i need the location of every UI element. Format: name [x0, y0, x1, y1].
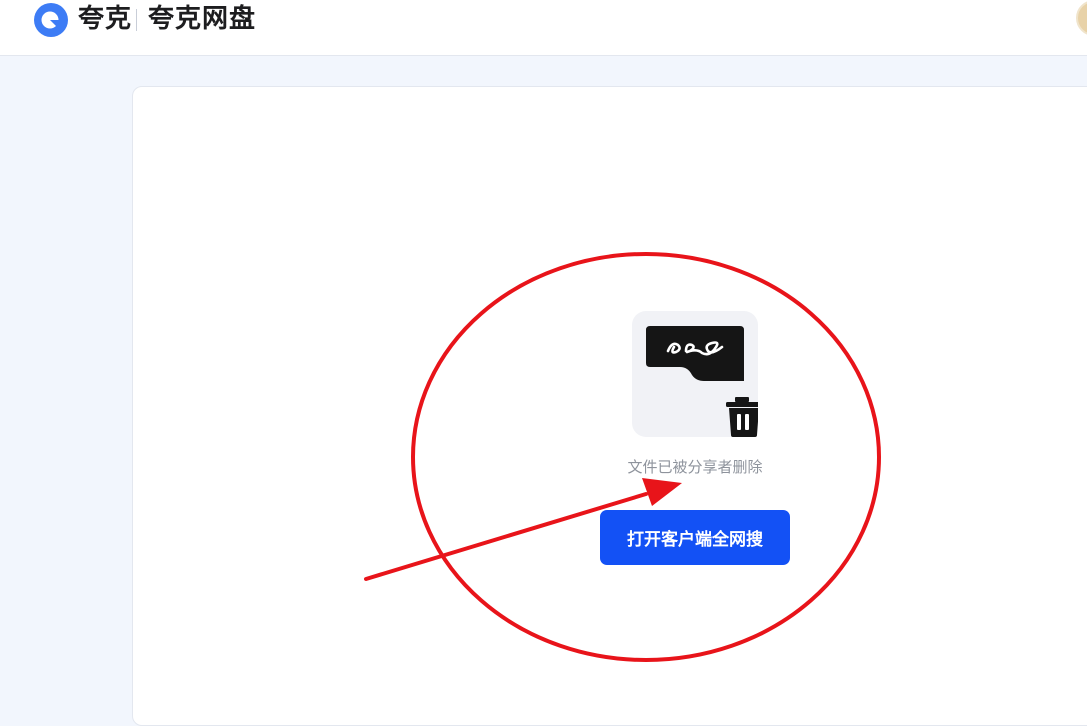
file-deleted-message: 文件已被分享者删除 — [627, 458, 763, 476]
open-client-search-button[interactable]: 打开客户端全网搜 — [600, 510, 790, 565]
brand-name[interactable]: 夸克 — [78, 2, 132, 36]
top-header: 夸克 夸克网盘 — [0, 0, 1087, 56]
content-card — [132, 86, 1087, 726]
shared-file-icon — [646, 326, 744, 381]
quark-logo-icon[interactable] — [33, 2, 69, 38]
brand-divider — [136, 9, 137, 31]
user-avatar[interactable] — [1076, 0, 1087, 36]
trash-icon — [726, 397, 758, 437]
deleted-file-preview — [632, 311, 758, 437]
product-name[interactable]: 夸克网盘 — [148, 2, 256, 36]
